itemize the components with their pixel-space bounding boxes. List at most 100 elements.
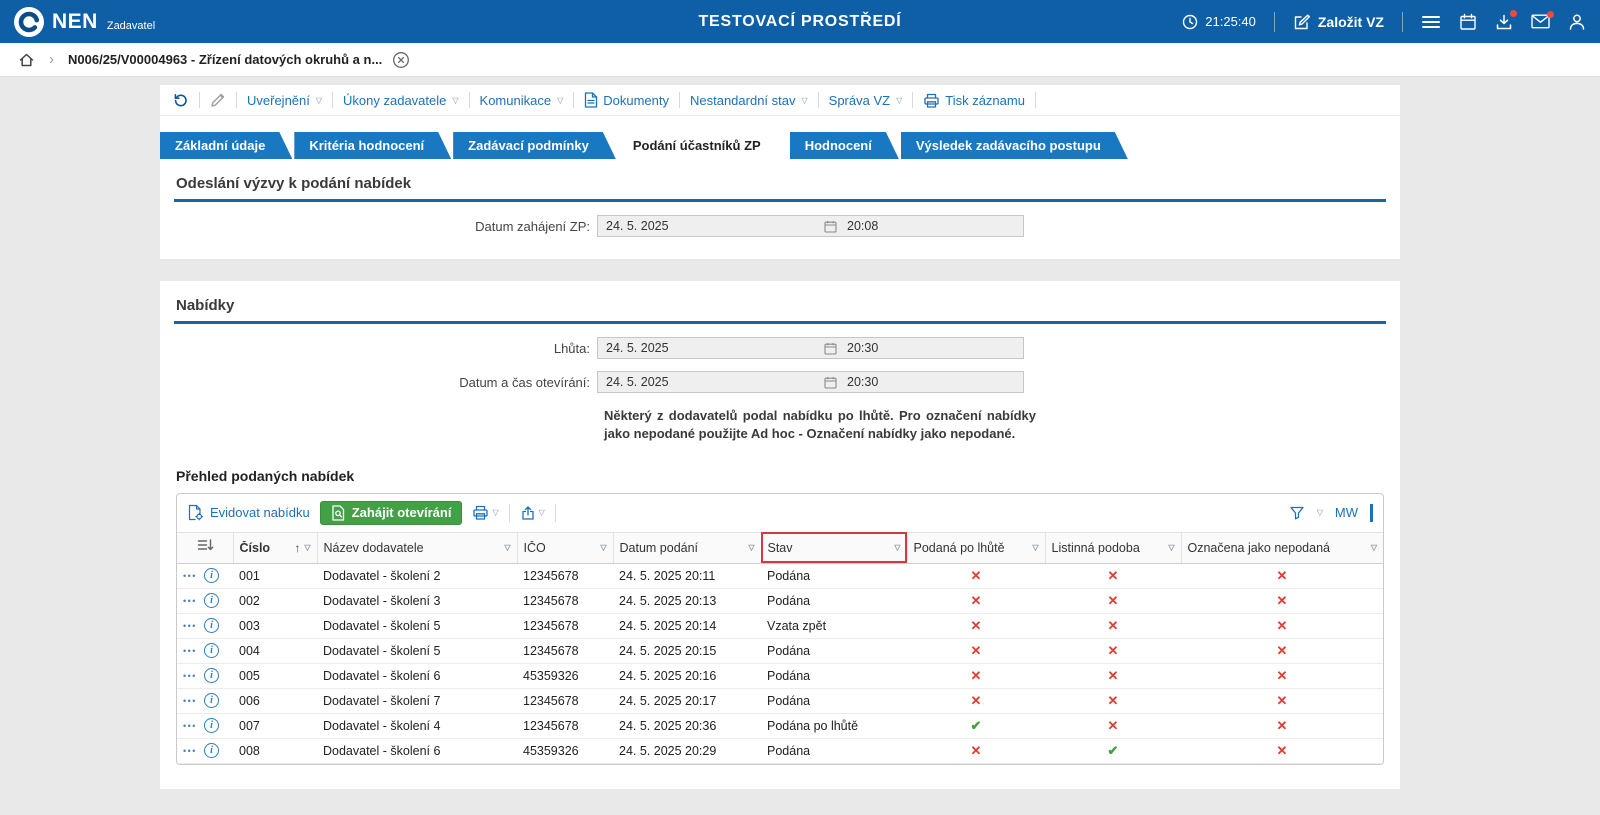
nen-logo-icon[interactable] (14, 7, 44, 37)
row-more-actions-icon[interactable]: ••• (183, 621, 197, 631)
menu-uverejneni[interactable]: Uveřejnění▽ (247, 93, 322, 108)
menu-sprava-vz[interactable]: Správa VZ▽ (829, 93, 903, 108)
time-value[interactable]: 20:08 (837, 219, 878, 233)
time-value[interactable]: 20:30 (837, 341, 878, 355)
column-header-stav[interactable]: Stav▽ (761, 532, 907, 563)
print-table-button[interactable]: ▽ (472, 504, 498, 521)
row-more-actions-icon[interactable]: ••• (183, 696, 197, 706)
date-value[interactable]: 24. 5. 2025 (598, 375, 824, 389)
column-filter-caret-icon[interactable]: ▽ (1168, 543, 1174, 552)
menu-komunikace[interactable]: Komunikace▽ (480, 93, 564, 108)
cell-nepodana: ✕ (1181, 613, 1383, 638)
column-filter-caret-icon[interactable]: ▽ (504, 543, 510, 552)
column-header-cislo[interactable]: Číslo↑▽ (233, 532, 317, 563)
undo-button[interactable] (172, 92, 189, 109)
cell-listinna: ✕ (1045, 713, 1181, 738)
column-header-nazev[interactable]: Název dodavatele▽ (317, 532, 517, 563)
home-icon (18, 52, 35, 68)
field-label: Lhůta: (160, 341, 597, 356)
cell-datum: 24. 5. 2025 20:36 (613, 713, 761, 738)
record-detail-card: Uveřejnění▽ Úkony zadavatele▽ Komunikace… (160, 85, 1400, 259)
tab-zakladni-udaje[interactable]: Základní údaje (160, 132, 292, 159)
table-row[interactable]: •••i006Dodavatel - školení 71234567824. … (177, 688, 1383, 713)
table-row[interactable]: •••i001Dodavatel - školení 21234567824. … (177, 563, 1383, 588)
menu-button[interactable] (1421, 13, 1441, 31)
downloads-button[interactable] (1495, 13, 1513, 31)
row-more-actions-icon[interactable]: ••• (183, 721, 197, 731)
row-more-actions-icon[interactable]: ••• (183, 571, 197, 581)
row-more-actions-icon[interactable]: ••• (183, 646, 197, 656)
close-circle-icon[interactable] (392, 51, 410, 69)
row-info-icon[interactable]: i (204, 593, 219, 608)
row-info-icon[interactable]: i (204, 718, 219, 733)
table-row[interactable]: •••i005Dodavatel - školení 64535932624. … (177, 663, 1383, 688)
table-row[interactable]: •••i002Dodavatel - školení 31234567824. … (177, 588, 1383, 613)
row-info-icon[interactable]: i (204, 568, 219, 583)
create-vz-button[interactable]: Založit VZ (1293, 13, 1384, 31)
tab-zadavaci-podminky[interactable]: Zadávací podmínky (453, 132, 616, 159)
row-more-actions-icon[interactable]: ••• (183, 746, 197, 756)
record-offer-button[interactable]: Evidovat nabídku (187, 504, 310, 521)
datetime-field-lhuta[interactable]: 24. 5. 2025 20:30 (597, 337, 1024, 359)
column-filter-caret-icon[interactable]: ▽ (600, 543, 606, 552)
filter-button[interactable] (1289, 505, 1305, 521)
row-info-icon[interactable]: i (204, 693, 219, 708)
column-header-po_lhute[interactable]: Podaná po lhůtě▽ (907, 532, 1045, 563)
cell-cislo: 008 (233, 738, 317, 763)
cell-po_lhute: ✕ (907, 613, 1045, 638)
chevron-down-icon[interactable]: ▽ (492, 508, 498, 517)
table-row[interactable]: •••i003Dodavatel - školení 51234567824. … (177, 613, 1383, 638)
calendar-button[interactable] (1459, 13, 1477, 31)
table-row[interactable]: •••i008Dodavatel - školení 64535932624. … (177, 738, 1383, 763)
messages-button[interactable] (1531, 14, 1550, 29)
calendar-icon[interactable] (824, 220, 837, 233)
tab-podani-ucastniku-zp[interactable]: Podání účastníků ZP (618, 132, 788, 159)
time-value[interactable]: 20:30 (837, 375, 878, 389)
datetime-field-otevirani[interactable]: 24. 5. 2025 20:30 (597, 371, 1024, 393)
menu-tisk-zaznamu[interactable]: Tisk záznamu (923, 92, 1025, 109)
menu-dokumenty[interactable]: Dokumenty (584, 92, 669, 108)
home-button[interactable] (18, 52, 35, 68)
tab-vysledek-zadavaciho-postupu[interactable]: Výsledek zadávacího postupu (901, 132, 1128, 159)
user-profile-button[interactable] (1568, 13, 1586, 31)
row-more-actions-icon[interactable]: ••• (183, 596, 197, 606)
menu-nestandardni-stav[interactable]: Nestandardní stav▽ (690, 93, 808, 108)
cell-ico: 12345678 (517, 713, 613, 738)
menu-ukony-zadavatele[interactable]: Úkony zadavatele▽ (343, 93, 459, 108)
calendar-icon[interactable] (824, 376, 837, 389)
panel-resizer[interactable] (1370, 504, 1373, 522)
column-filter-caret-icon[interactable]: ▽ (748, 543, 754, 552)
column-header-listinna[interactable]: Listinná podoba▽ (1045, 532, 1181, 563)
tab-hodnoceni[interactable]: Hodnocení (790, 132, 899, 159)
start-opening-button[interactable]: Zahájit otevírání (320, 501, 463, 525)
column-header-ico[interactable]: IČO▽ (517, 532, 613, 563)
row-info-icon[interactable]: i (204, 668, 219, 683)
row-info-icon[interactable]: i (204, 618, 219, 633)
row-info-icon[interactable]: i (204, 643, 219, 658)
row-more-actions-icon[interactable]: ••• (183, 671, 197, 681)
date-value[interactable]: 24. 5. 2025 (598, 219, 824, 233)
column-header-datum[interactable]: Datum podání▽ (613, 532, 761, 563)
column-header-nepodana[interactable]: Označena jako nepodaná▽ (1181, 532, 1383, 563)
column-config-button[interactable] (177, 532, 233, 563)
datetime-field-zahajeni[interactable]: 24. 5. 2025 20:08 (597, 215, 1024, 237)
date-value[interactable]: 24. 5. 2025 (598, 341, 824, 355)
chevron-down-icon[interactable]: ▽ (539, 508, 545, 517)
column-filter-caret-icon[interactable]: ▽ (1032, 543, 1038, 552)
column-filter-caret-icon[interactable]: ▽ (894, 543, 900, 552)
column-filter-caret-icon[interactable]: ▽ (304, 543, 310, 552)
chevron-down-icon[interactable]: ▽ (1317, 508, 1323, 517)
tab-kriteria-hodnoceni[interactable]: Kritéria hodnocení (294, 132, 451, 159)
calendar-icon[interactable] (824, 342, 837, 355)
table-row[interactable]: •••i007Dodavatel - školení 41234567824. … (177, 713, 1383, 738)
row-info-icon[interactable]: i (204, 743, 219, 758)
field-label: Datum a čas otevírání: (160, 375, 597, 390)
cell-po_lhute: ✕ (907, 688, 1045, 713)
offers-card: Nabídky Lhůta: 24. 5. 2025 20:30 Datum a… (160, 281, 1400, 789)
breadcrumb-record-tab[interactable]: N006/25/V00004963 - Zřízení datových okr… (68, 51, 410, 69)
mw-toggle[interactable]: MW (1335, 505, 1358, 520)
export-button[interactable]: ▽ (520, 505, 545, 521)
edit-button[interactable] (210, 92, 226, 108)
column-filter-caret-icon[interactable]: ▽ (1371, 543, 1377, 552)
table-row[interactable]: •••i004Dodavatel - školení 51234567824. … (177, 638, 1383, 663)
